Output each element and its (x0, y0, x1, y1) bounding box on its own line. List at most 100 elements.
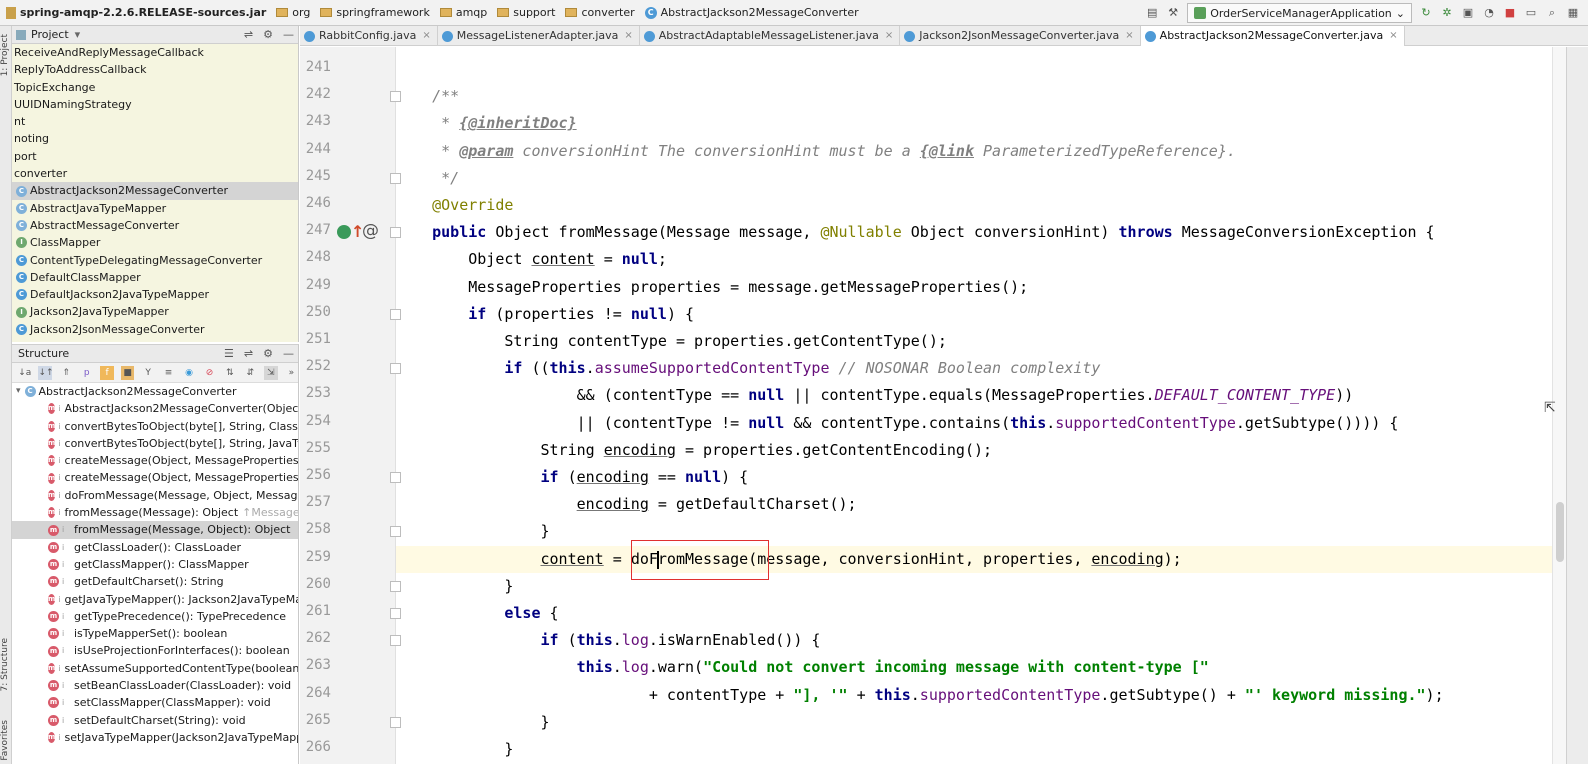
coverage-icon[interactable]: ▣ (1461, 6, 1475, 20)
structure-root[interactable]: ▾ C AbstractJackson2MessageConverter (12, 383, 298, 400)
project-tree-item[interactable]: I ClassMapper (12, 234, 298, 251)
code-line[interactable]: if (properties != null) { (396, 301, 1552, 328)
editor-tab[interactable]: AbstractAdaptableMessageListener.java × (640, 26, 901, 46)
gear-icon[interactable]: ⚙ (263, 28, 273, 41)
fields-icon[interactable]: f (100, 365, 114, 380)
breadcrumb-class[interactable]: C AbstractJackson2MessageConverter (641, 0, 865, 26)
debug-icon[interactable]: ✲ (1440, 6, 1454, 20)
project-tree-item[interactable]: C AbstractJavaTypeMapper (12, 200, 298, 217)
structure-member[interactable]: m ⅰ getClassLoader(): ClassLoader (12, 539, 298, 556)
structure-member[interactable]: m ⅰ getDefaultCharset(): String (12, 573, 298, 590)
project-tree-item[interactable]: UUIDNamingStrategy (12, 96, 298, 113)
sort-icon[interactable]: ☰ (224, 347, 234, 360)
project-tree-item[interactable]: ReceiveAndReplyMessageCallback (12, 44, 298, 61)
close-icon[interactable]: × (624, 26, 632, 46)
layout-icon[interactable]: ▭ (1524, 6, 1538, 20)
structure-member[interactable]: m ⅰ getTypePrecedence(): TypePrecedence (12, 608, 298, 625)
code-line[interactable]: this.log.warn("Could not convert incomin… (396, 654, 1552, 681)
code-line[interactable]: encoding = getDefaultCharset(); (396, 491, 1552, 518)
more-icon[interactable]: » (285, 366, 298, 380)
collapse-all-icon[interactable]: ⇵ (244, 366, 257, 380)
code-line[interactable]: } (396, 709, 1552, 736)
breadcrumb-converter[interactable]: converter (561, 0, 640, 26)
code-line[interactable]: * @param conversionHint The conversionHi… (396, 138, 1552, 165)
breadcrumb-jar[interactable]: spring-amqp-2.2.6.RELEASE-sources.jar (0, 0, 272, 26)
structure-member[interactable]: m ⅰ isTypeMapperSet(): boolean (12, 625, 298, 642)
code-line[interactable]: } (396, 518, 1552, 545)
autoscroll-icon[interactable]: ⇲ (264, 365, 278, 380)
code-line[interactable]: MessageProperties properties = message.g… (396, 274, 1552, 301)
project-tree-item[interactable]: C AbstractMessageConverter (12, 217, 298, 234)
project-tree-item[interactable]: C DefaultJackson2JavaTypeMapper (12, 286, 298, 303)
close-icon[interactable]: × (422, 26, 430, 46)
structure-member[interactable]: m ⅰ getClassMapper(): ClassMapper (12, 556, 298, 573)
code-line[interactable]: + contentType + "], '" + this.supportedC… (396, 682, 1552, 709)
code-editor[interactable]: 241 242 243 244 245 246 247 248 249 250 251 252 253 2… (300, 47, 1552, 764)
code-line[interactable]: @Override (396, 192, 1552, 219)
code-line[interactable]: || (contentType != null && contentType.c… (396, 410, 1552, 437)
breadcrumb-amqp[interactable]: amqp (436, 0, 493, 26)
project-tree-item[interactable]: ReplyToAddressCallback (12, 61, 298, 78)
anonymous-icon[interactable]: ≡ (162, 366, 175, 380)
project-tree-item[interactable]: C Jackson2JsonMessageConverter (12, 321, 298, 338)
profile-icon[interactable]: ◔ (1482, 6, 1496, 20)
settings-icon[interactable]: ▦ (1566, 6, 1580, 20)
structure-member[interactable]: m ⅰ AbstractJackson2MessageConverter(Objec… (12, 400, 298, 417)
stripe-structure-button[interactable]: 7: Structure (0, 638, 12, 692)
chevron-down-icon[interactable]: ▾ (75, 28, 81, 41)
code-line[interactable] (396, 56, 1552, 83)
structure-member[interactable]: m ⅰ getJavaTypeMapper(): Jackson2JavaTypeM… (12, 591, 298, 608)
structure-member[interactable]: m ⅰ createMessage(Object, MessagePropertie… (12, 469, 298, 486)
stop-icon[interactable]: ■ (1503, 6, 1517, 20)
run-config-select[interactable]: OrderServiceManagerApplication ⌄ (1187, 3, 1412, 23)
structure-member[interactable]: m ⅰ createMessage(Object, MessagePropertie… (12, 452, 298, 469)
code-line[interactable]: content = doFromMessage(message, convers… (396, 545, 1552, 573)
code-line[interactable]: } (396, 573, 1552, 600)
lambda-icon[interactable]: Y (141, 366, 154, 380)
structure-member[interactable]: m ⅰ setBeanClassLoader(ClassLoader): void (12, 677, 298, 694)
implements-method-icon[interactable] (337, 225, 351, 240)
project-tree-item[interactable]: nt (12, 113, 298, 130)
close-icon[interactable]: × (885, 26, 893, 46)
project-panel-title[interactable]: Project (31, 28, 69, 41)
collapse-icon[interactable]: ⇌ (244, 347, 253, 360)
code-line[interactable]: if (this.log.isWarnEnabled()) { (396, 627, 1552, 654)
stripe-project-button[interactable]: 1: Project (0, 34, 12, 76)
breadcrumb-support[interactable]: support (493, 0, 561, 26)
code-line[interactable]: String encoding = properties.getContentE… (396, 437, 1552, 464)
code-line[interactable]: */ (396, 165, 1552, 192)
structure-member[interactable]: m ⅰ setDefaultCharset(String): void (12, 712, 298, 729)
search-icon[interactable]: ⌕ (1545, 6, 1559, 20)
code-line[interactable]: Object content = null; (396, 246, 1552, 273)
editor-tab[interactable]: AbstractJackson2MessageConverter.java × (1140, 26, 1405, 46)
project-tree-item[interactable]: C ContentTypeDelegatingMessageConverter (12, 252, 298, 269)
gear-icon[interactable]: ⚙ (263, 347, 273, 360)
expand-icon[interactable]: ⇅ (223, 366, 236, 380)
structure-member[interactable]: m ⅰ setClassMapper(ClassMapper): void (12, 694, 298, 711)
breadcrumb-org[interactable]: org (272, 0, 316, 26)
code-line[interactable]: /** (396, 83, 1552, 110)
editor-tab[interactable]: MessageListenerAdapter.java × (438, 26, 640, 46)
circle-icon[interactable]: ◉ (182, 366, 195, 380)
structure-member[interactable]: mⅰfromMessage(Message): Object↑MessageCo… (12, 504, 298, 521)
code-line[interactable]: else { (396, 600, 1552, 627)
non-public-icon[interactable]: ■ (120, 365, 135, 380)
properties-icon[interactable]: p (80, 366, 93, 380)
minimize-icon[interactable]: — (283, 28, 294, 41)
code-line[interactable]: public Object fromMessage(Message messag… (396, 219, 1552, 246)
code-line[interactable]: * {@inheritDoc} (396, 110, 1552, 137)
sort-alpha-icon[interactable]: ↓a (18, 366, 31, 380)
structure-member[interactable]: m ⅰ convertBytesToObject(byte[], String, J… (12, 435, 298, 452)
code-line[interactable]: String contentType = properties.getConte… (396, 328, 1552, 355)
build-hammer-icon[interactable]: ⚒ (1166, 6, 1180, 20)
structure-member[interactable]: m ⅰ doFromMessage(Message, Object, Message… (12, 487, 298, 504)
code-line[interactable]: if (encoding == null) { (396, 464, 1552, 491)
structure-member[interactable]: m ⅰ setJavaTypeMapper(Jackson2JavaTypeMapp… (12, 729, 298, 746)
stripe-favorites-button[interactable]: 2: Favorites (0, 720, 12, 764)
project-tree-item[interactable]: port (12, 148, 298, 165)
project-tree-item[interactable]: converter (12, 165, 298, 182)
project-structure-icon[interactable]: ▤ (1145, 6, 1159, 20)
structure-member[interactable]: m ⅰ isUseProjectionForInterfaces(): boolea… (12, 642, 298, 659)
minimize-icon[interactable]: — (283, 347, 294, 360)
project-tree-item[interactable]: C AbstractJackson2MessageConverter (12, 182, 298, 200)
